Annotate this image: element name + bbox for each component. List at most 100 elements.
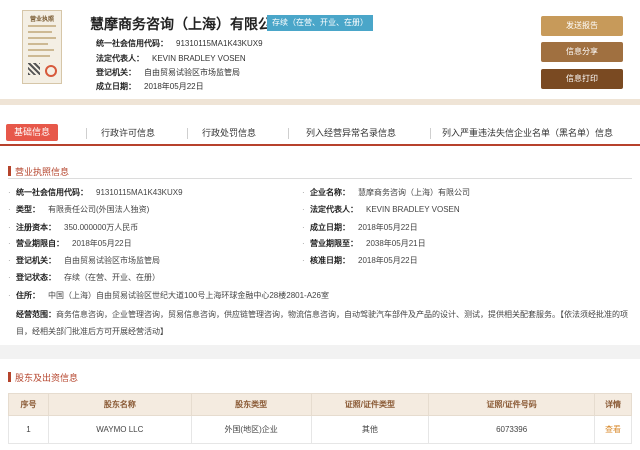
table-row: 1 WAYMO LLC 外国(地区)企业 其他 6073396 查看: [8, 415, 632, 444]
header-divider: [0, 99, 640, 105]
column-header: 股东类型: [190, 393, 312, 416]
column-header: 证照/证件类型: [310, 393, 430, 416]
license-thumbnail-title: 营业执照: [29, 17, 54, 23]
company-name: 慧摩商务咨询（上海）有限公司: [90, 16, 286, 32]
info-row: · 登记状态： 存续（在营、开业、在册）: [8, 272, 160, 283]
info-value: 2018年05月22日: [358, 256, 418, 265]
info-label: 企业名称：: [310, 188, 350, 197]
tab-separator: [430, 128, 431, 139]
info-value: 2038年05月21日: [366, 239, 426, 248]
license-line: [28, 49, 54, 51]
info-label: 核准日期：: [310, 256, 350, 265]
share-info-button[interactable]: 信息分享: [541, 42, 623, 62]
business-license-section-title: 营业执照信息: [8, 165, 69, 178]
print-info-button[interactable]: 信息打印: [541, 69, 623, 89]
tab-admin-penalty[interactable]: 行政处罚信息: [202, 126, 256, 139]
header-field-label: 成立日期：: [96, 82, 136, 91]
info-value: 350.000000万人民币: [64, 223, 139, 232]
info-value: 91310115MA1K43KUX9: [96, 188, 183, 197]
tab-abnormal-operation[interactable]: 列入经营异常名录信息: [306, 126, 396, 139]
info-row: · 统一社会信用代码： 91310115MA1K43KUX9: [8, 187, 183, 198]
info-value: 慧摩商务咨询（上海）有限公司: [358, 188, 470, 197]
info-label: 营业期限至：: [310, 239, 358, 248]
info-row: · 企业名称： 慧摩商务咨询（上海）有限公司: [302, 187, 470, 198]
bullet: ·: [8, 205, 11, 214]
tab-basic-info[interactable]: 基础信息: [6, 124, 59, 141]
bullet: ·: [302, 239, 305, 248]
info-label: 统一社会信用代码：: [16, 188, 88, 197]
tab-blacklist[interactable]: 列入严重违法失信企业名单（黑名单）信息: [442, 126, 613, 139]
info-row: · 法定代表人： KEVIN BRADLEY VOSEN: [302, 204, 460, 215]
license-line: [28, 25, 56, 27]
header-field-label: 统一社会信用代码：: [96, 39, 168, 48]
license-line: [28, 55, 50, 57]
info-value: KEVIN BRADLEY VOSEN: [366, 205, 460, 214]
bullet: ·: [302, 256, 305, 265]
info-label: 登记状态：: [16, 273, 56, 282]
license-line: [28, 31, 52, 33]
business-license-thumbnail[interactable]: 营业执照: [22, 10, 62, 84]
info-value: 中国（上海）自由贸易试验区世纪大道100号上海环球金融中心28楼2801-A26…: [48, 291, 329, 300]
section-divider: [8, 178, 632, 179]
info-label: 登记机关：: [16, 256, 56, 265]
bullet: ·: [8, 188, 11, 197]
column-header: 序号: [8, 393, 49, 416]
cell-id-type: 其他: [310, 415, 430, 444]
bullet: ·: [8, 239, 11, 248]
tab-separator: [288, 128, 289, 139]
bullet: ·: [8, 223, 11, 232]
bullet: ·: [8, 273, 11, 282]
header-field-value: KEVIN BRADLEY VOSEN: [152, 54, 246, 63]
column-header: 详情: [594, 393, 632, 416]
column-header: 证照/证件号码: [428, 393, 596, 416]
info-label: 经营范围：: [16, 310, 56, 319]
info-value: 有限责任公司(外国法人独资): [48, 205, 150, 214]
view-detail-link[interactable]: 查看: [605, 425, 621, 434]
column-header: 股东名称: [47, 393, 192, 416]
cell-shareholder-name: WAYMO LLC: [47, 415, 192, 444]
cell-detail: 查看: [594, 415, 632, 444]
info-label: 注册资本：: [16, 223, 56, 232]
section-spacer: [0, 345, 640, 359]
info-value: 存续（在营、开业、在册）: [64, 273, 160, 282]
license-line: [28, 43, 48, 45]
seal-icon: [45, 65, 57, 77]
info-row: · 登记机关： 自由贸易试验区市场监管局: [8, 255, 160, 266]
header-field-value: 2018年05月22日: [144, 82, 204, 91]
tab-admin-license[interactable]: 行政许可信息: [101, 126, 155, 139]
tab-separator: [86, 128, 87, 139]
send-report-button[interactable]: 发送报告: [541, 16, 623, 36]
bullet: ·: [302, 205, 305, 214]
license-line: [28, 37, 56, 39]
cell-no: 1: [8, 415, 49, 444]
qr-code-icon: [28, 63, 40, 75]
business-scope: 经营范围：商务信息咨询，企业管理咨询，贸易信息咨询，供应链管理咨询，物流信息咨询…: [16, 306, 628, 340]
header-field-label: 登记机关：: [96, 68, 136, 77]
company-header: 营业执照 慧摩商务咨询（上海）有限公司 存续（在营、开业、在册） 统一社会信用代…: [0, 0, 640, 104]
bullet: ·: [8, 291, 11, 300]
bullet: ·: [8, 256, 11, 265]
info-value: 2018年05月22日: [72, 239, 132, 248]
info-label: 住所：: [16, 291, 40, 300]
info-row: · 成立日期： 2018年05月22日: [302, 222, 418, 233]
cell-id-number: 6073396: [428, 415, 596, 444]
info-value: 2018年05月22日: [358, 223, 418, 232]
bullet: ·: [302, 223, 305, 232]
info-label: 成立日期：: [310, 223, 350, 232]
info-row: · 营业期限自： 2018年05月22日: [8, 238, 132, 249]
shareholders-table: 序号 股东名称 股东类型 证照/证件类型 证照/证件号码 详情 1 WAYMO …: [8, 393, 632, 444]
tab-separator: [187, 128, 188, 139]
address-row: · 住所： 中国（上海）自由贸易试验区世纪大道100号上海环球金融中心28楼2801…: [8, 290, 329, 301]
cell-shareholder-type: 外国(地区)企业: [190, 415, 312, 444]
info-row: · 注册资本： 350.000000万人民币: [8, 222, 138, 233]
header-field-label: 法定代表人：: [96, 54, 144, 63]
bullet: ·: [302, 188, 305, 197]
shareholders-section-title: 股东及出资信息: [8, 371, 78, 384]
info-row: · 类型： 有限责任公司(外国法人独资): [8, 204, 149, 215]
header-field-value: 自由贸易试验区市场监管局: [144, 68, 240, 77]
header-authority: 登记机关： 自由贸易试验区市场监管局: [96, 67, 240, 78]
tab-bar: 基础信息 行政许可信息 行政处罚信息 列入经营异常名录信息 列入严重违法失信企业…: [0, 120, 640, 146]
table-header-row: 序号 股东名称 股东类型 证照/证件类型 证照/证件号码 详情: [8, 393, 632, 416]
info-label: 营业期限自：: [16, 239, 64, 248]
info-label: 类型：: [16, 205, 40, 214]
